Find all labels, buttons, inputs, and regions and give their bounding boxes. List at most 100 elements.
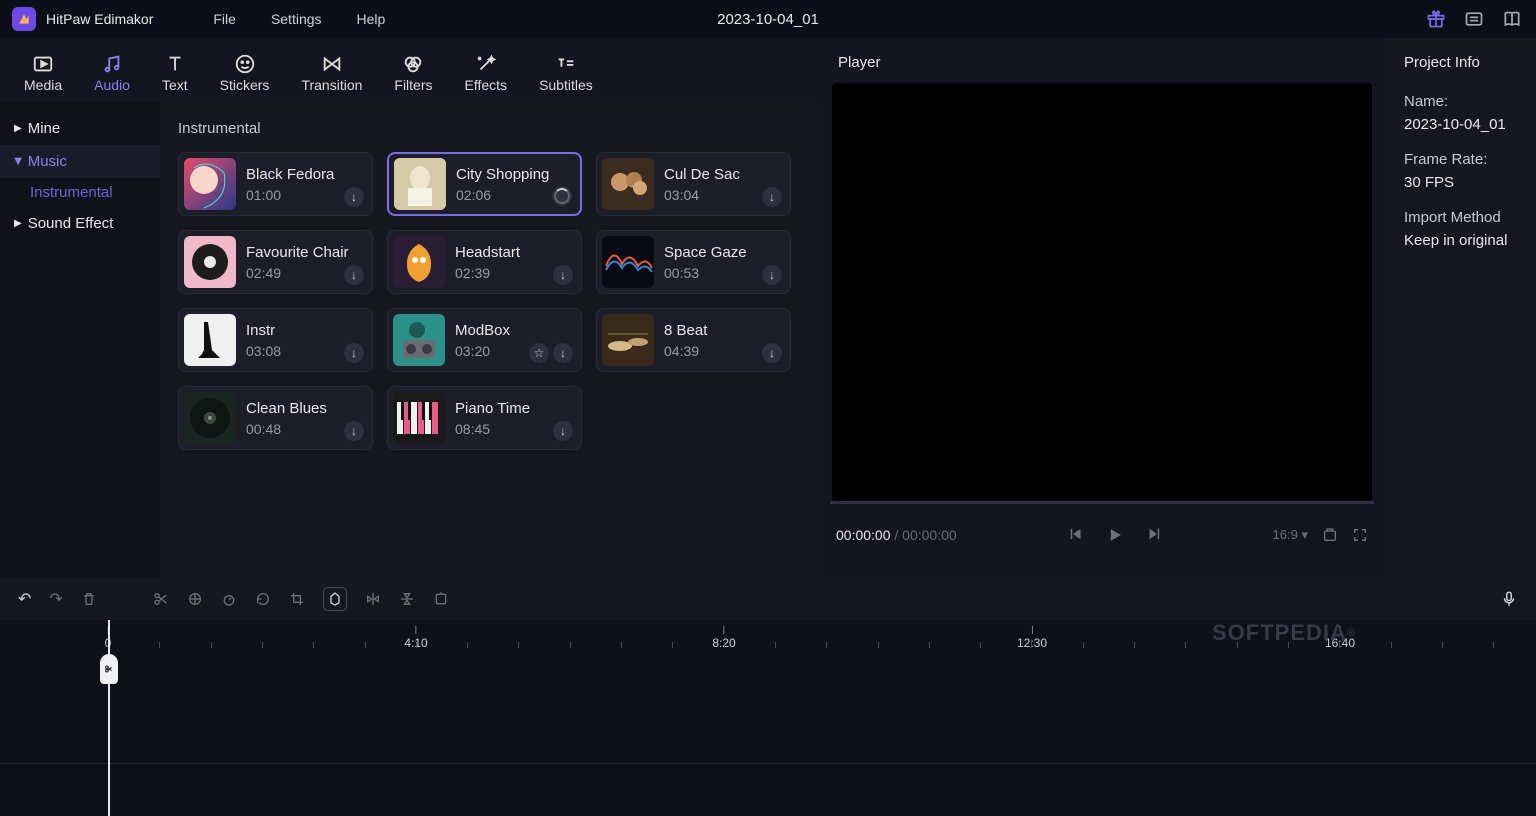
audio-card[interactable]: Instr03:08 ↓ bbox=[178, 308, 373, 372]
mirror-icon[interactable] bbox=[365, 591, 381, 607]
menu-settings[interactable]: Settings bbox=[271, 11, 322, 27]
snapshot-icon[interactable] bbox=[1322, 527, 1338, 543]
redo-icon[interactable]: ↷ bbox=[49, 589, 62, 609]
delete-icon[interactable] bbox=[81, 591, 97, 607]
sidebar: ▶Mine ▶Music Instrumental ▶Sound Effect bbox=[0, 102, 160, 578]
track-area[interactable] bbox=[0, 656, 1536, 816]
playhead-handle[interactable] bbox=[100, 654, 118, 684]
audio-card[interactable]: Favourite Chair02:49 ↓ bbox=[178, 230, 373, 294]
download-icon[interactable]: ↓ bbox=[344, 187, 364, 207]
ruler-minor-tick bbox=[1493, 642, 1494, 648]
aspect-ratio[interactable]: 16:9 ▾ bbox=[1273, 527, 1308, 543]
sidebar-mine[interactable]: ▶Mine bbox=[0, 112, 160, 145]
video-preview[interactable] bbox=[832, 83, 1372, 501]
card-info: City Shopping02:06 bbox=[456, 165, 549, 204]
guide-icon[interactable] bbox=[1502, 9, 1522, 29]
download-icon[interactable]: ↓ bbox=[553, 421, 573, 441]
tab-audio[interactable]: Audio bbox=[94, 53, 130, 93]
list-icon[interactable] bbox=[1464, 9, 1484, 29]
crop-icon[interactable] bbox=[289, 591, 305, 607]
download-icon[interactable]: ↓ bbox=[762, 187, 782, 207]
download-icon[interactable]: ↓ bbox=[344, 343, 364, 363]
flip-icon[interactable] bbox=[399, 591, 415, 607]
player-progress[interactable] bbox=[830, 501, 1374, 504]
tab-effects[interactable]: Effects bbox=[465, 53, 508, 93]
ruler-minor-tick bbox=[1031, 642, 1032, 648]
mode-tabs: Media Audio Text Stickers Transition Fil… bbox=[0, 38, 818, 102]
ruler-minor-tick bbox=[775, 642, 776, 648]
card-info: Favourite Chair02:49 bbox=[246, 243, 349, 282]
tab-media[interactable]: Media bbox=[24, 53, 62, 93]
audio-card[interactable]: Piano Time08:45 ↓ bbox=[387, 386, 582, 450]
ruler-minor-tick bbox=[1134, 642, 1135, 648]
undo-icon[interactable]: ↶ bbox=[18, 589, 31, 609]
info-import-value: Keep in original bbox=[1404, 232, 1518, 249]
ruler-minor-tick bbox=[1185, 642, 1186, 648]
download-icon[interactable]: ↓ bbox=[762, 265, 782, 285]
ruler-minor-tick bbox=[159, 642, 160, 648]
player-panel: Player 00:00:00 / 00:00:00 16:9 ▾ bbox=[818, 38, 1386, 578]
caret-icon: ▶ bbox=[14, 123, 22, 134]
sidebar-sound-effect[interactable]: ▶Sound Effect bbox=[0, 207, 160, 240]
track-divider bbox=[0, 763, 1536, 764]
audio-thumb bbox=[602, 314, 654, 366]
info-import-label: Import Method bbox=[1404, 209, 1518, 226]
next-frame-icon[interactable] bbox=[1145, 525, 1163, 545]
audio-card[interactable]: Space Gaze00:53 ↓ bbox=[596, 230, 791, 294]
card-duration: 00:53 bbox=[664, 265, 747, 281]
audio-thumb bbox=[602, 158, 654, 210]
microphone-icon[interactable] bbox=[1500, 590, 1518, 608]
split-icon[interactable] bbox=[153, 591, 169, 607]
ruler-minor-tick bbox=[262, 642, 263, 648]
menu-help[interactable]: Help bbox=[357, 11, 386, 27]
tab-subtitles[interactable]: Subtitles bbox=[539, 53, 593, 93]
audio-thumb bbox=[184, 314, 236, 366]
audio-card[interactable]: Clean Blues00:48 ↓ bbox=[178, 386, 373, 450]
audio-card[interactable]: ModBox03:20 ☆ ↓ bbox=[387, 308, 582, 372]
audio-card[interactable]: City Shopping02:06 bbox=[387, 152, 582, 216]
tab-transition[interactable]: Transition bbox=[301, 53, 362, 93]
ruler-minor-tick bbox=[929, 642, 930, 648]
marker-icon[interactable] bbox=[323, 587, 347, 611]
audio-card[interactable]: Cul De Sac03:04 ↓ bbox=[596, 152, 791, 216]
ruler-minor-tick bbox=[1083, 642, 1084, 648]
gift-icon[interactable] bbox=[1426, 9, 1446, 29]
fullscreen-icon[interactable] bbox=[1352, 527, 1368, 543]
audio-card[interactable]: Black Fedora01:00 ↓ bbox=[178, 152, 373, 216]
card-info: Black Fedora01:00 bbox=[246, 165, 334, 204]
freeze-icon[interactable] bbox=[433, 591, 449, 607]
rotate-icon[interactable] bbox=[255, 591, 271, 607]
download-icon[interactable]: ↓ bbox=[553, 265, 573, 285]
favorite-icon[interactable]: ☆ bbox=[529, 343, 549, 363]
menu-file[interactable]: File bbox=[213, 11, 236, 27]
sidebar-music[interactable]: ▶Music bbox=[0, 145, 160, 178]
audio-card[interactable]: 8 Beat04:39 ↓ bbox=[596, 308, 791, 372]
crop-tool-icon[interactable] bbox=[187, 591, 203, 607]
ruler-minor-tick bbox=[724, 642, 725, 648]
playhead[interactable] bbox=[108, 620, 110, 816]
download-icon[interactable]: ↓ bbox=[344, 421, 364, 441]
library-panel: Instrumental Black Fedora01:00 ↓ City Sh… bbox=[160, 102, 818, 578]
tab-filters[interactable]: Filters bbox=[394, 53, 432, 93]
speed-icon[interactable] bbox=[221, 591, 237, 607]
caret-icon: ▶ bbox=[14, 218, 22, 229]
download-icon[interactable]: ↓ bbox=[553, 343, 573, 363]
ruler-minor-tick bbox=[570, 642, 571, 648]
audio-thumb bbox=[184, 392, 236, 444]
play-icon[interactable] bbox=[1105, 525, 1125, 545]
download-icon[interactable]: ↓ bbox=[344, 265, 364, 285]
timeline[interactable]: 0 4:10 8:20 12:30 16:40 SOFTPEDIA® bbox=[0, 620, 1536, 816]
titlebar-right bbox=[1426, 9, 1522, 29]
tab-text[interactable]: Text bbox=[162, 53, 188, 93]
ruler-minor-tick bbox=[1391, 642, 1392, 648]
download-icon[interactable]: ↓ bbox=[762, 343, 782, 363]
sidebar-instrumental[interactable]: Instrumental bbox=[0, 178, 160, 207]
audio-card[interactable]: Headstart02:39 ↓ bbox=[387, 230, 582, 294]
player-controls: 00:00:00 / 00:00:00 16:9 ▾ bbox=[832, 506, 1372, 564]
prev-frame-icon[interactable] bbox=[1067, 525, 1085, 545]
audio-thumb bbox=[393, 314, 445, 366]
card-info: ModBox03:20 bbox=[455, 321, 510, 360]
tab-stickers[interactable]: Stickers bbox=[220, 53, 270, 93]
card-duration: 02:49 bbox=[246, 265, 349, 281]
transition-icon bbox=[321, 53, 343, 75]
